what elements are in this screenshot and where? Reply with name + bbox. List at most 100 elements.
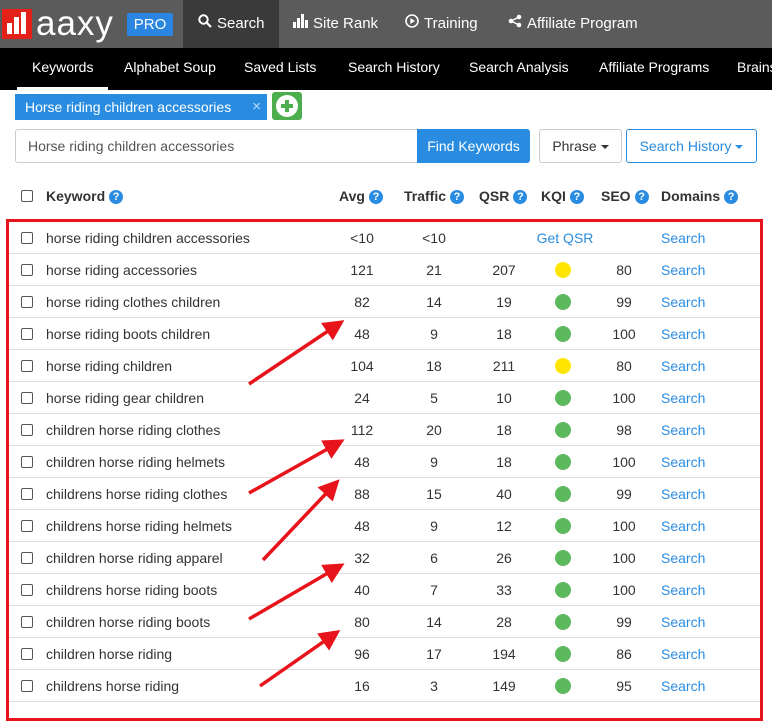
row-checkbox[interactable] bbox=[21, 680, 33, 692]
caret-down-icon bbox=[735, 145, 744, 150]
header-avg[interactable]: Avg? bbox=[339, 185, 383, 207]
kqi-indicator bbox=[555, 486, 571, 502]
help-icon[interactable]: ? bbox=[368, 190, 383, 204]
domains-search-link[interactable]: Search bbox=[661, 254, 705, 286]
kqi-indicator bbox=[555, 646, 571, 662]
row-checkbox[interactable] bbox=[21, 424, 33, 436]
header-domains[interactable]: Domains? bbox=[661, 185, 739, 207]
topnav-affiliate-program[interactable]: Affiliate Program bbox=[493, 0, 652, 48]
help-icon[interactable]: ? bbox=[634, 190, 649, 204]
avg-cell: 96 bbox=[354, 646, 370, 662]
qsr-cell: 12 bbox=[496, 518, 512, 534]
domains-search-link[interactable]: Search bbox=[661, 606, 705, 638]
header-keyword[interactable]: Keyword? bbox=[46, 185, 124, 207]
domains-search-link[interactable]: Search bbox=[661, 382, 705, 414]
header-traffic[interactable]: Traffic? bbox=[404, 185, 465, 207]
help-icon[interactable]: ? bbox=[569, 190, 584, 204]
domains-search-link[interactable]: Search bbox=[661, 478, 705, 510]
domains-search-link[interactable]: Search bbox=[661, 222, 705, 254]
kqi-indicator bbox=[555, 550, 571, 566]
table-row: childrens horse riding boots 40 7 33 100 Sear… bbox=[9, 574, 760, 606]
domains-search-link[interactable]: Search bbox=[661, 350, 705, 382]
row-checkbox[interactable] bbox=[21, 456, 33, 468]
row-checkbox[interactable] bbox=[21, 584, 33, 596]
subnav-affiliate-programs[interactable]: Affiliate Programs bbox=[599, 48, 709, 90]
topnav-training[interactable]: Training bbox=[390, 0, 492, 48]
row-checkbox[interactable] bbox=[21, 616, 33, 628]
search-history-dropdown[interactable]: Search History bbox=[626, 129, 757, 163]
traffic-cell: 14 bbox=[426, 294, 442, 310]
bar-chart-icon bbox=[293, 0, 309, 46]
select-all-checkbox[interactable] bbox=[21, 190, 33, 202]
subnav-brains[interactable]: Brains bbox=[737, 48, 772, 90]
row-checkbox[interactable] bbox=[21, 648, 33, 660]
keyword-cell: horse riding gear children bbox=[46, 390, 204, 406]
help-icon[interactable]: ? bbox=[109, 190, 124, 204]
table-row: horse riding accessories 121 21 207 80 Search bbox=[9, 254, 760, 286]
row-checkbox[interactable] bbox=[21, 488, 33, 500]
traffic-cell: 3 bbox=[430, 678, 438, 694]
seo-cell: 100 bbox=[612, 454, 636, 470]
row-checkbox[interactable] bbox=[21, 552, 33, 564]
row-checkbox[interactable] bbox=[21, 264, 33, 276]
subnav-saved-lists[interactable]: Saved Lists bbox=[244, 48, 316, 90]
add-tab-button[interactable] bbox=[272, 92, 302, 120]
table-row: horse riding clothes children 82 14 19 99 Sea… bbox=[9, 286, 760, 318]
get-qsr-link[interactable]: Get QSR bbox=[527, 222, 603, 254]
phrase-dropdown[interactable]: Phrase bbox=[539, 129, 622, 163]
topnav-site-rank[interactable]: Site Rank bbox=[279, 0, 392, 48]
domains-search-link[interactable]: Search bbox=[661, 574, 705, 606]
seo-cell: 86 bbox=[616, 646, 632, 662]
keyword-cell: childrens horse riding boots bbox=[46, 582, 218, 598]
header-kqi[interactable]: KQI? bbox=[541, 185, 584, 207]
table-row: horse riding children 104 18 211 80 Search bbox=[9, 350, 760, 382]
subnav-search-analysis[interactable]: Search Analysis bbox=[469, 48, 569, 90]
seo-cell: 80 bbox=[616, 358, 632, 374]
table-row: horse riding gear children 24 5 10 100 Search bbox=[9, 382, 760, 414]
subnav-alphabet-soup[interactable]: Alphabet Soup bbox=[124, 48, 216, 90]
domains-search-link[interactable]: Search bbox=[661, 638, 705, 670]
domains-search-link[interactable]: Search bbox=[661, 510, 705, 542]
seo-cell: 100 bbox=[612, 518, 636, 534]
help-icon[interactable]: ? bbox=[513, 190, 528, 204]
topnav-search[interactable]: Search bbox=[183, 0, 279, 48]
domains-search-link[interactable]: Search bbox=[661, 286, 705, 318]
traffic-cell: 21 bbox=[426, 262, 442, 278]
header-seo[interactable]: SEO? bbox=[601, 185, 649, 207]
close-icon[interactable]: × bbox=[252, 94, 261, 120]
subnav-search-history[interactable]: Search History bbox=[348, 48, 440, 90]
share-icon bbox=[507, 0, 523, 46]
search-history-dropdown-label: Search History bbox=[639, 138, 732, 154]
domains-search-link[interactable]: Search bbox=[661, 414, 705, 446]
domains-search-link[interactable]: Search bbox=[661, 670, 705, 702]
domains-search-link[interactable]: Search bbox=[661, 318, 705, 350]
domains-search-link[interactable]: Search bbox=[661, 446, 705, 478]
find-keywords-button[interactable]: Find Keywords bbox=[417, 129, 530, 163]
logo-text: aaxy bbox=[36, 4, 114, 43]
kqi-indicator bbox=[555, 518, 571, 534]
keyword-tab-chip[interactable]: Horse riding children accessories × bbox=[15, 94, 267, 120]
table-row: horse riding children accessories <10 <10 G… bbox=[9, 222, 760, 254]
row-checkbox[interactable] bbox=[21, 328, 33, 340]
traffic-cell: 9 bbox=[430, 518, 438, 534]
table-row: childrens horse riding helmets 48 9 12 100 Se… bbox=[9, 510, 760, 542]
traffic-cell: 9 bbox=[430, 454, 438, 470]
header-qsr[interactable]: QSR? bbox=[479, 185, 528, 207]
row-checkbox[interactable] bbox=[21, 392, 33, 404]
help-icon[interactable]: ? bbox=[724, 190, 739, 204]
domains-search-link[interactable]: Search bbox=[661, 542, 705, 574]
jaaxy-logo[interactable]: aaxy PRO bbox=[0, 0, 183, 48]
keyword-search-input[interactable]: Horse riding children accessories bbox=[15, 129, 418, 163]
subnav-keywords[interactable]: Keywords bbox=[17, 48, 109, 90]
row-checkbox[interactable] bbox=[21, 296, 33, 308]
seo-cell: 99 bbox=[616, 294, 632, 310]
keyword-cell: horse riding children bbox=[46, 358, 173, 374]
row-checkbox[interactable] bbox=[21, 232, 33, 244]
table-row: children horse riding clothes 112 20 18 98 Se… bbox=[9, 414, 760, 446]
seo-cell: 100 bbox=[612, 550, 636, 566]
qsr-cell: 18 bbox=[496, 454, 512, 470]
row-checkbox[interactable] bbox=[21, 520, 33, 532]
plus-icon bbox=[276, 95, 298, 117]
help-icon[interactable]: ? bbox=[450, 190, 465, 204]
row-checkbox[interactable] bbox=[21, 360, 33, 372]
